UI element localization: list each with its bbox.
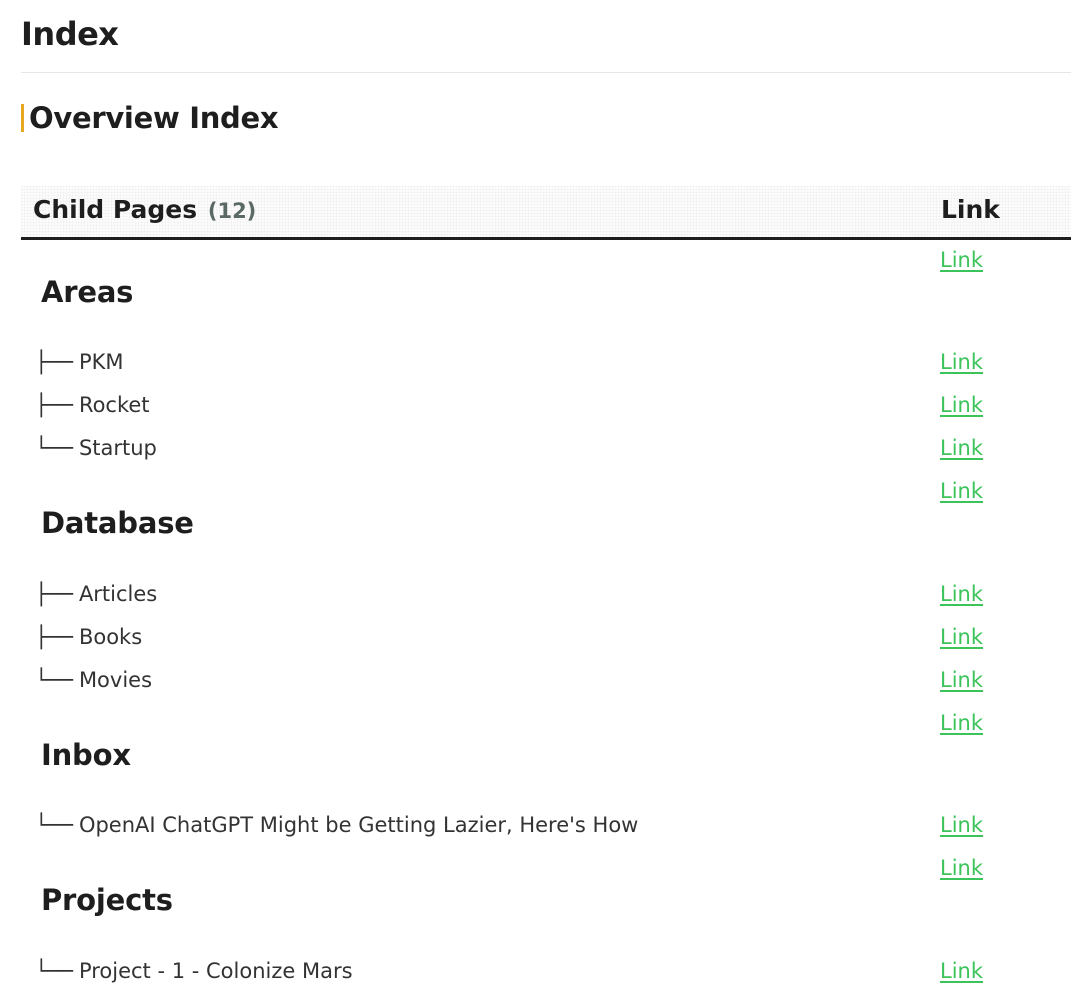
tree-item: ├── PKM — [35, 350, 124, 374]
row-link[interactable]: Link — [940, 668, 983, 692]
row-link[interactable]: Link — [940, 959, 983, 983]
tree-branch-glyph: └── — [35, 436, 73, 460]
tree-item-label: Articles — [78, 582, 158, 606]
column-header-child-pages: Child Pages (12) — [33, 195, 256, 224]
child-pages-table: Child Pages (12) Link Areas Link ├── PKM … — [21, 186, 1071, 983]
row-link[interactable]: Link — [940, 350, 983, 374]
table-row: └── Movies Link — [21, 668, 1071, 698]
group-title: Inbox — [41, 738, 131, 772]
table-row: ├── Articles Link — [21, 582, 1071, 612]
table-row-group: Areas Link — [21, 248, 1071, 310]
tree-branch-glyph: ├── — [35, 582, 73, 606]
tree-item-label: PKM — [78, 350, 124, 374]
row-link[interactable]: Link — [940, 856, 983, 880]
row-link[interactable]: Link — [940, 436, 983, 460]
row-link[interactable]: Link — [940, 625, 983, 649]
tree-branch-glyph: └── — [35, 959, 73, 983]
tree-item: └── Project - 1 - Colonize Mars — [35, 959, 353, 983]
tree-item: ├── Rocket — [35, 393, 150, 417]
table-row: └── OpenAI ChatGPT Might be Getting Lazie… — [21, 813, 1071, 843]
row-link[interactable]: Link — [940, 813, 983, 837]
tree-item: ├── Books — [35, 625, 142, 649]
table-row: └── Startup Link — [21, 436, 1071, 466]
tree-branch-glyph: ├── — [35, 350, 73, 374]
group-title: Areas — [41, 275, 134, 309]
tree-item: └── Startup — [35, 436, 157, 460]
tree-item: └── Movies — [35, 668, 152, 692]
table-row-group: Projects Link — [21, 856, 1071, 918]
tree-item-label: Project - 1 - Colonize Mars — [78, 959, 353, 983]
section-heading: Overview Index — [21, 101, 279, 135]
column-header-child-pages-label: Child Pages — [33, 195, 198, 224]
child-pages-count: (12) — [207, 199, 257, 223]
row-link[interactable]: Link — [940, 582, 983, 606]
row-link[interactable]: Link — [940, 248, 983, 272]
tree-item: └── OpenAI ChatGPT Might be Getting Lazie… — [35, 813, 638, 837]
title-divider — [21, 72, 1071, 73]
tree-item: ├── Articles — [35, 582, 157, 606]
tree-branch-glyph: ├── — [35, 625, 73, 649]
table-row-group: Database Link — [21, 479, 1071, 541]
tree-item-label: Books — [78, 625, 143, 649]
table-row: └── Project - 1 - Colonize Mars Link — [21, 959, 1071, 989]
row-link[interactable]: Link — [940, 711, 983, 735]
section-heading-text: Overview Index — [29, 101, 279, 135]
table-row: ├── PKM Link — [21, 350, 1071, 380]
tree-item-label: Startup — [78, 436, 157, 460]
group-title: Projects — [41, 883, 173, 917]
row-link[interactable]: Link — [940, 393, 983, 417]
table-header: Child Pages (12) Link — [21, 186, 1071, 240]
group-title: Database — [41, 506, 194, 540]
tree-item-label: Movies — [78, 668, 153, 692]
tree-item-label: Rocket — [78, 393, 150, 417]
table-row: ├── Books Link — [21, 625, 1071, 655]
tree-branch-glyph: ├── — [35, 393, 73, 417]
column-header-link: Link — [941, 195, 1000, 224]
row-link[interactable]: Link — [940, 479, 983, 503]
tree-item-label: OpenAI ChatGPT Might be Getting Lazier, … — [78, 813, 639, 837]
page-title: Index — [21, 15, 119, 53]
tree-branch-glyph: └── — [35, 813, 73, 837]
tree-branch-glyph: └── — [35, 668, 73, 692]
table-row-group: Inbox Link — [21, 711, 1071, 773]
heading-accent-bar — [21, 104, 24, 132]
table-row: ├── Rocket Link — [21, 393, 1071, 423]
